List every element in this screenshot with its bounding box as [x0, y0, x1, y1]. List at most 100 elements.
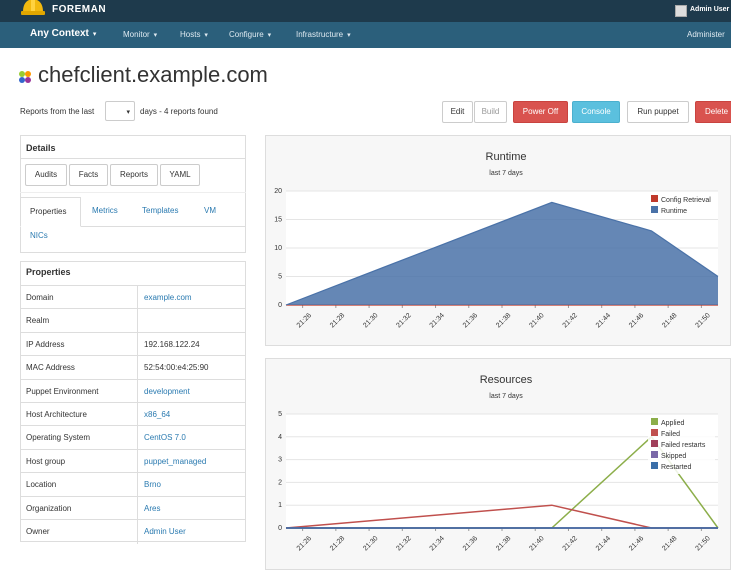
resources-legend-swatch — [651, 462, 658, 469]
runtime-y-tick-label: 20 — [274, 188, 282, 195]
column-divider — [137, 379, 138, 404]
property-value: 192.168.122.24 — [144, 339, 200, 349]
resources-legend-label: Failed restarts — [661, 442, 706, 449]
property-row: Host Architecture x86_64 — [20, 402, 246, 427]
resources-chart: Resources last 7 days 0 1 2 3 4 5 21:26 21:28 21:3… — [278, 374, 719, 552]
column-divider — [137, 403, 138, 427]
brand-name[interactable]: FOREMAN — [52, 4, 106, 15]
column-divider — [137, 520, 138, 544]
property-key: Organization — [26, 503, 72, 513]
property-value: 52:54:00:e4:25:90 — [144, 363, 209, 373]
tab-nics[interactable]: NICs — [30, 231, 48, 240]
property-value[interactable]: CentOS 7.0 — [144, 433, 186, 442]
reports-summary: days - 4 reports found — [140, 107, 218, 116]
tab-metrics[interactable]: Metrics — [92, 206, 118, 215]
resources-x-tick-label: 21:40 — [528, 535, 545, 552]
property-key: Operating System — [26, 433, 91, 443]
context-selector[interactable]: Any Context ▾ — [30, 28, 96, 39]
yaml-button[interactable]: YAML — [160, 164, 200, 186]
tab-vm[interactable]: VM — [204, 206, 216, 215]
chevron-down-icon: ▾ — [345, 32, 351, 39]
power-off-button[interactable]: Power Off — [513, 101, 568, 123]
runtime-x-tick-label: 21:42 — [562, 312, 579, 329]
property-value[interactable]: x86_64 — [144, 410, 170, 419]
main-nav: Any Context ▾ Monitor ▾ Hosts ▾ Configur… — [0, 22, 731, 48]
run-puppet-button[interactable]: Run puppet — [627, 101, 689, 123]
divider — [20, 158, 246, 159]
days-select[interactable]: ▾ — [105, 101, 135, 121]
resources-x-tick-label: 21:46 — [628, 535, 645, 552]
resources-legend-label: Restarted — [661, 464, 691, 471]
property-value[interactable]: development — [144, 387, 190, 396]
nav-item-label: Monitor — [123, 30, 150, 39]
resources-y-tick-label: 1 — [278, 502, 282, 509]
resources-y-tick-label: 4 — [278, 434, 282, 441]
edit-button[interactable]: Edit — [442, 101, 473, 123]
console-button[interactable]: Console — [572, 101, 620, 123]
runtime-x-tick-label: 21:46 — [628, 312, 645, 329]
property-key: Domain — [26, 293, 54, 302]
resources-title: Resources — [480, 374, 533, 386]
resources-y-tick-label: 5 — [278, 411, 282, 418]
column-divider — [137, 332, 138, 357]
column-divider — [137, 449, 138, 474]
resources-x-tick-label: 21:38 — [495, 535, 512, 552]
runtime-legend-label: Config Retrieval — [661, 197, 711, 204]
column-divider — [137, 356, 138, 381]
column-divider — [137, 473, 138, 498]
tab-templates[interactable]: Templates — [142, 206, 178, 215]
chevron-down-icon: ▾ — [265, 32, 272, 39]
resources-x-tick-label: 21:44 — [595, 535, 612, 552]
nav-configure[interactable]: Configure ▾ — [229, 30, 271, 39]
foreman-helmet-icon[interactable] — [20, 0, 46, 20]
property-value[interactable]: puppet_managed — [144, 457, 206, 466]
nav-item-label: Hosts — [180, 30, 201, 39]
resources-x-tick-label: 21:50 — [694, 535, 711, 552]
property-row: Realm — [20, 308, 246, 334]
runtime-x-tick-label: 21:32 — [395, 312, 412, 329]
resources-y-tick-label: 0 — [278, 525, 282, 532]
property-value[interactable]: Brno — [144, 480, 161, 489]
audits-button[interactable]: Audits — [25, 164, 67, 186]
nav-infrastructure[interactable]: Infrastructure ▾ — [296, 30, 351, 39]
property-key: Host Architecture — [26, 410, 87, 419]
property-key: Puppet Environment — [26, 386, 99, 396]
resources-legend-swatch — [651, 440, 658, 447]
user-avatar[interactable] — [675, 5, 687, 17]
resources-x-tick-label: 21:48 — [661, 535, 678, 552]
build-button[interactable]: Build — [474, 101, 507, 123]
property-row: Location Brno — [20, 472, 246, 498]
context-label: Any Context — [30, 28, 89, 39]
property-value[interactable]: Admin User — [144, 527, 186, 536]
runtime-subtitle: last 7 days — [489, 170, 523, 177]
nav-monitor[interactable]: Monitor ▾ — [123, 30, 157, 39]
runtime-title: Runtime — [486, 151, 527, 163]
column-divider — [137, 496, 138, 521]
user-menu[interactable]: Admin User — [690, 6, 729, 13]
resources-x-tick-label: 21:42 — [562, 535, 579, 552]
runtime-x-tick-label: 21:44 — [595, 312, 612, 329]
tab-properties[interactable]: Properties — [20, 197, 81, 227]
property-row: Host group puppet_managed — [20, 448, 246, 474]
runtime-x-tick-label: 21:50 — [694, 312, 711, 329]
resources-x-tick-label: 21:32 — [395, 535, 412, 552]
reports-button[interactable]: Reports — [110, 164, 158, 186]
property-value[interactable]: Ares — [144, 504, 160, 513]
property-value[interactable]: example.com — [144, 293, 192, 302]
divider — [20, 192, 246, 193]
resources-legend-swatch — [651, 451, 658, 458]
resources-legend-swatch — [651, 418, 658, 425]
nav-item-label: Configure — [229, 30, 264, 39]
host-os-icon — [19, 71, 31, 83]
runtime-y-tick-label: 5 — [278, 274, 282, 281]
top-bar: FOREMAN Admin User — [0, 0, 731, 22]
facts-button[interactable]: Facts — [69, 164, 108, 186]
resources-legend-label: Applied — [661, 420, 684, 427]
column-divider — [137, 426, 138, 451]
property-key: MAC Address — [26, 363, 75, 373]
nav-hosts[interactable]: Hosts ▾ — [180, 30, 208, 39]
runtime-y-tick-label: 10 — [274, 245, 282, 252]
delete-button[interactable]: Delete — [695, 101, 731, 123]
resources-y-tick-label: 3 — [278, 457, 282, 464]
nav-administer[interactable]: Administer — [687, 30, 725, 39]
